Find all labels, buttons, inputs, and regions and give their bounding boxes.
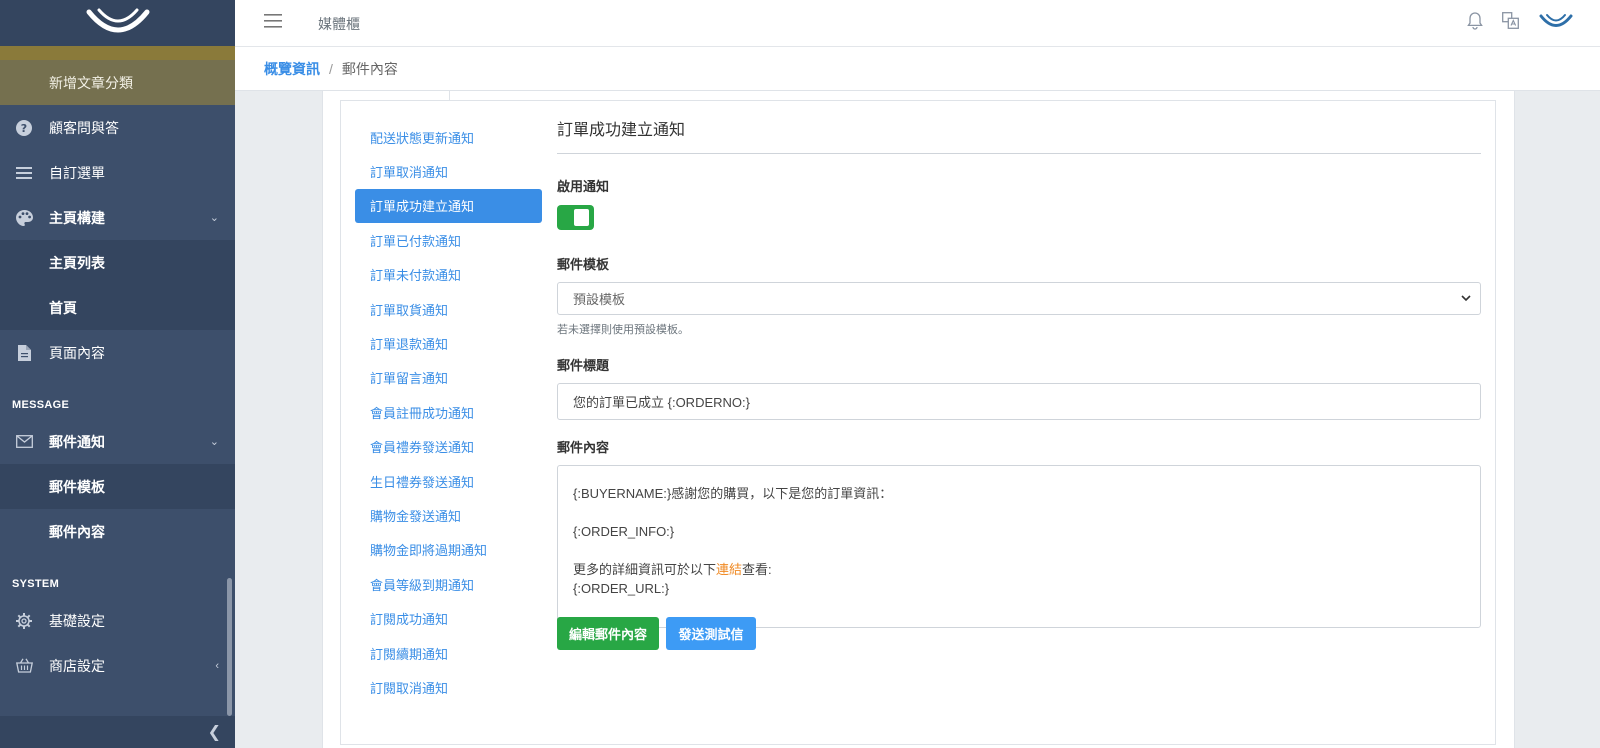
- edit-mail-content-button[interactable]: 編輯郵件內容: [557, 617, 659, 650]
- breadcrumb-home-link[interactable]: 概覽資訊: [264, 59, 320, 79]
- breadcrumb-current: 郵件內容: [341, 60, 398, 77]
- notification-menu-item[interactable]: 會員註冊成功通知: [355, 395, 542, 429]
- list-icon: [14, 163, 34, 183]
- user-avatar-icon[interactable]: [1539, 13, 1573, 38]
- notification-menu-item[interactable]: 配送狀態更新通知: [355, 120, 542, 154]
- bell-icon[interactable]: [1467, 12, 1483, 35]
- sidebar-item-mail-notification[interactable]: 郵件通知 ⌄: [0, 419, 235, 464]
- mail-body-text: 查看:: [742, 562, 772, 577]
- notification-menu-item[interactable]: 會員等級到期通知: [355, 567, 542, 601]
- collapse-sidebar-icon[interactable]: ❮: [208, 722, 221, 742]
- mail-body-label: 郵件內容: [557, 440, 610, 455]
- file-icon: [14, 343, 34, 363]
- topbar: 媒體櫃: [235, 0, 1600, 47]
- notification-menu-item[interactable]: 訂單退款通知: [355, 326, 542, 360]
- notification-menu-item[interactable]: 訂閱成功通知: [355, 601, 542, 635]
- notification-type-menu: 配送狀態更新通知 訂單取消通知 訂單成功建立通知 訂單已付款通知 訂單未付款通知 訂單取貨…: [355, 120, 542, 705]
- language-switch-icon[interactable]: [1502, 12, 1519, 34]
- sidebar-item-home[interactable]: 首頁: [0, 285, 235, 330]
- mail-template-selected-value: 預設模板: [573, 292, 626, 307]
- notification-menu-item[interactable]: 訂閱取消通知: [355, 670, 542, 704]
- send-test-mail-button[interactable]: 發送測試信: [666, 617, 756, 650]
- chevron-down-icon: ⌄: [209, 212, 219, 224]
- svg-text:?: ?: [21, 122, 27, 135]
- notification-menu-item[interactable]: 訂單未付款通知: [355, 258, 542, 292]
- mail-subject-label: 郵件標題: [557, 358, 610, 373]
- brand-logo-icon: [86, 8, 149, 33]
- sidebar-item-basic-settings[interactable]: 基礎設定: [0, 598, 235, 643]
- basket-icon: [14, 656, 34, 676]
- app-title: 媒體櫃: [318, 16, 360, 32]
- mail-body-line: {:ORDER_INFO:}: [573, 524, 675, 539]
- notification-menu-item[interactable]: 會員禮券發送通知: [355, 430, 542, 464]
- notification-menu-item[interactable]: 訂單成功建立通知: [355, 188, 542, 224]
- notification-menu-item[interactable]: 訂單取貨通知: [355, 292, 542, 326]
- sidebar-item-add-article-category[interactable]: 新增文章分類: [0, 60, 235, 105]
- sidebar: 新增文章分類 ? 顧客問與答 自訂選單 主頁構建 ⌄ 主頁列表 首頁 頁面內容 …: [0, 0, 235, 748]
- sidebar-item-homepage-list[interactable]: 主頁列表: [0, 240, 235, 285]
- gear-icon: [14, 611, 34, 631]
- enable-notification-toggle[interactable]: [557, 205, 594, 230]
- mail-body-line: {:BUYERNAME:}感謝您的購買，以下是您的訂單資訊：: [573, 486, 893, 501]
- content-gutter: [1515, 91, 1600, 748]
- sidebar-item-faq[interactable]: ? 顧客問與答: [0, 105, 235, 150]
- sidebar-highlight-bar: [0, 46, 235, 60]
- notification-menu-item[interactable]: 訂單留言通知: [355, 361, 542, 395]
- mail-body-link[interactable]: 連結: [716, 562, 742, 577]
- mail-template-hint: 若未選擇則使用預設模板。: [557, 324, 689, 336]
- mail-subject-input[interactable]: 您的訂單已成立 {:ORDERNO:}: [557, 383, 1481, 420]
- notification-menu-item[interactable]: 訂閱續期通知: [355, 636, 542, 670]
- enable-notification-label: 啟用通知: [557, 179, 610, 194]
- notification-menu-item[interactable]: 訂單取消通知: [355, 154, 542, 188]
- chevron-left-icon: ‹: [215, 659, 219, 672]
- mail-body-editor[interactable]: {:BUYERNAME:}感謝您的購買，以下是您的訂單資訊： {:ORDER_I…: [557, 465, 1481, 628]
- chevron-down-icon: [1460, 292, 1472, 307]
- mail-body-line: {:ORDER_URL:}: [573, 581, 670, 596]
- envelope-icon: [14, 432, 34, 452]
- mail-content-form: 訂單成功建立通知 啟用通知 郵件模板 預設模板 若未選擇則使用預設模板。 郵件標…: [557, 116, 1481, 628]
- palette-icon: [14, 208, 34, 228]
- sidebar-item-mail-content[interactable]: 郵件內容: [0, 509, 235, 554]
- sidebar-logo[interactable]: [0, 0, 235, 46]
- question-circle-icon: ?: [14, 118, 34, 138]
- mail-template-label: 郵件模板: [557, 257, 610, 272]
- sidebar-item-homepage-builder[interactable]: 主頁構建 ⌄: [0, 195, 235, 240]
- sidebar-item-store-settings[interactable]: 商店設定 ‹: [0, 643, 235, 688]
- sidebar-footer: ❮: [0, 716, 235, 748]
- breadcrumb: 概覽資訊 / 郵件內容: [235, 47, 1600, 91]
- mail-body-text: 更多的詳細資訊可於以下: [573, 562, 717, 577]
- mail-subject-value: 您的訂單已成立 {:ORDERNO:}: [573, 395, 750, 410]
- sidebar-section-message: MESSAGE: [12, 399, 70, 411]
- notification-menu-item[interactable]: 購物金發送通知: [355, 498, 542, 532]
- notification-menu-item[interactable]: 購物金即將過期通知: [355, 533, 542, 567]
- mail-body-line: 更多的詳細資訊可於以下連結查看:: [573, 560, 1465, 579]
- hamburger-menu-icon[interactable]: [264, 14, 282, 33]
- notification-menu-item[interactable]: 訂單已付款通知: [355, 223, 542, 257]
- form-title: 訂單成功建立通知: [557, 116, 1481, 154]
- sidebar-section-system: SYSTEM: [12, 578, 60, 590]
- sidebar-item-page-content[interactable]: 頁面內容: [0, 330, 235, 375]
- toggle-knob: [574, 209, 589, 226]
- sidebar-item-custom-menu[interactable]: 自訂選單: [0, 150, 235, 195]
- notification-menu-item[interactable]: 生日禮券發送通知: [355, 464, 542, 498]
- chevron-down-icon: ⌄: [209, 436, 219, 448]
- sidebar-scrollbar[interactable]: [227, 578, 232, 716]
- sidebar-item-mail-template[interactable]: 郵件模板: [0, 464, 235, 509]
- mail-template-select[interactable]: 預設模板: [557, 282, 1481, 315]
- breadcrumb-separator: /: [329, 60, 333, 77]
